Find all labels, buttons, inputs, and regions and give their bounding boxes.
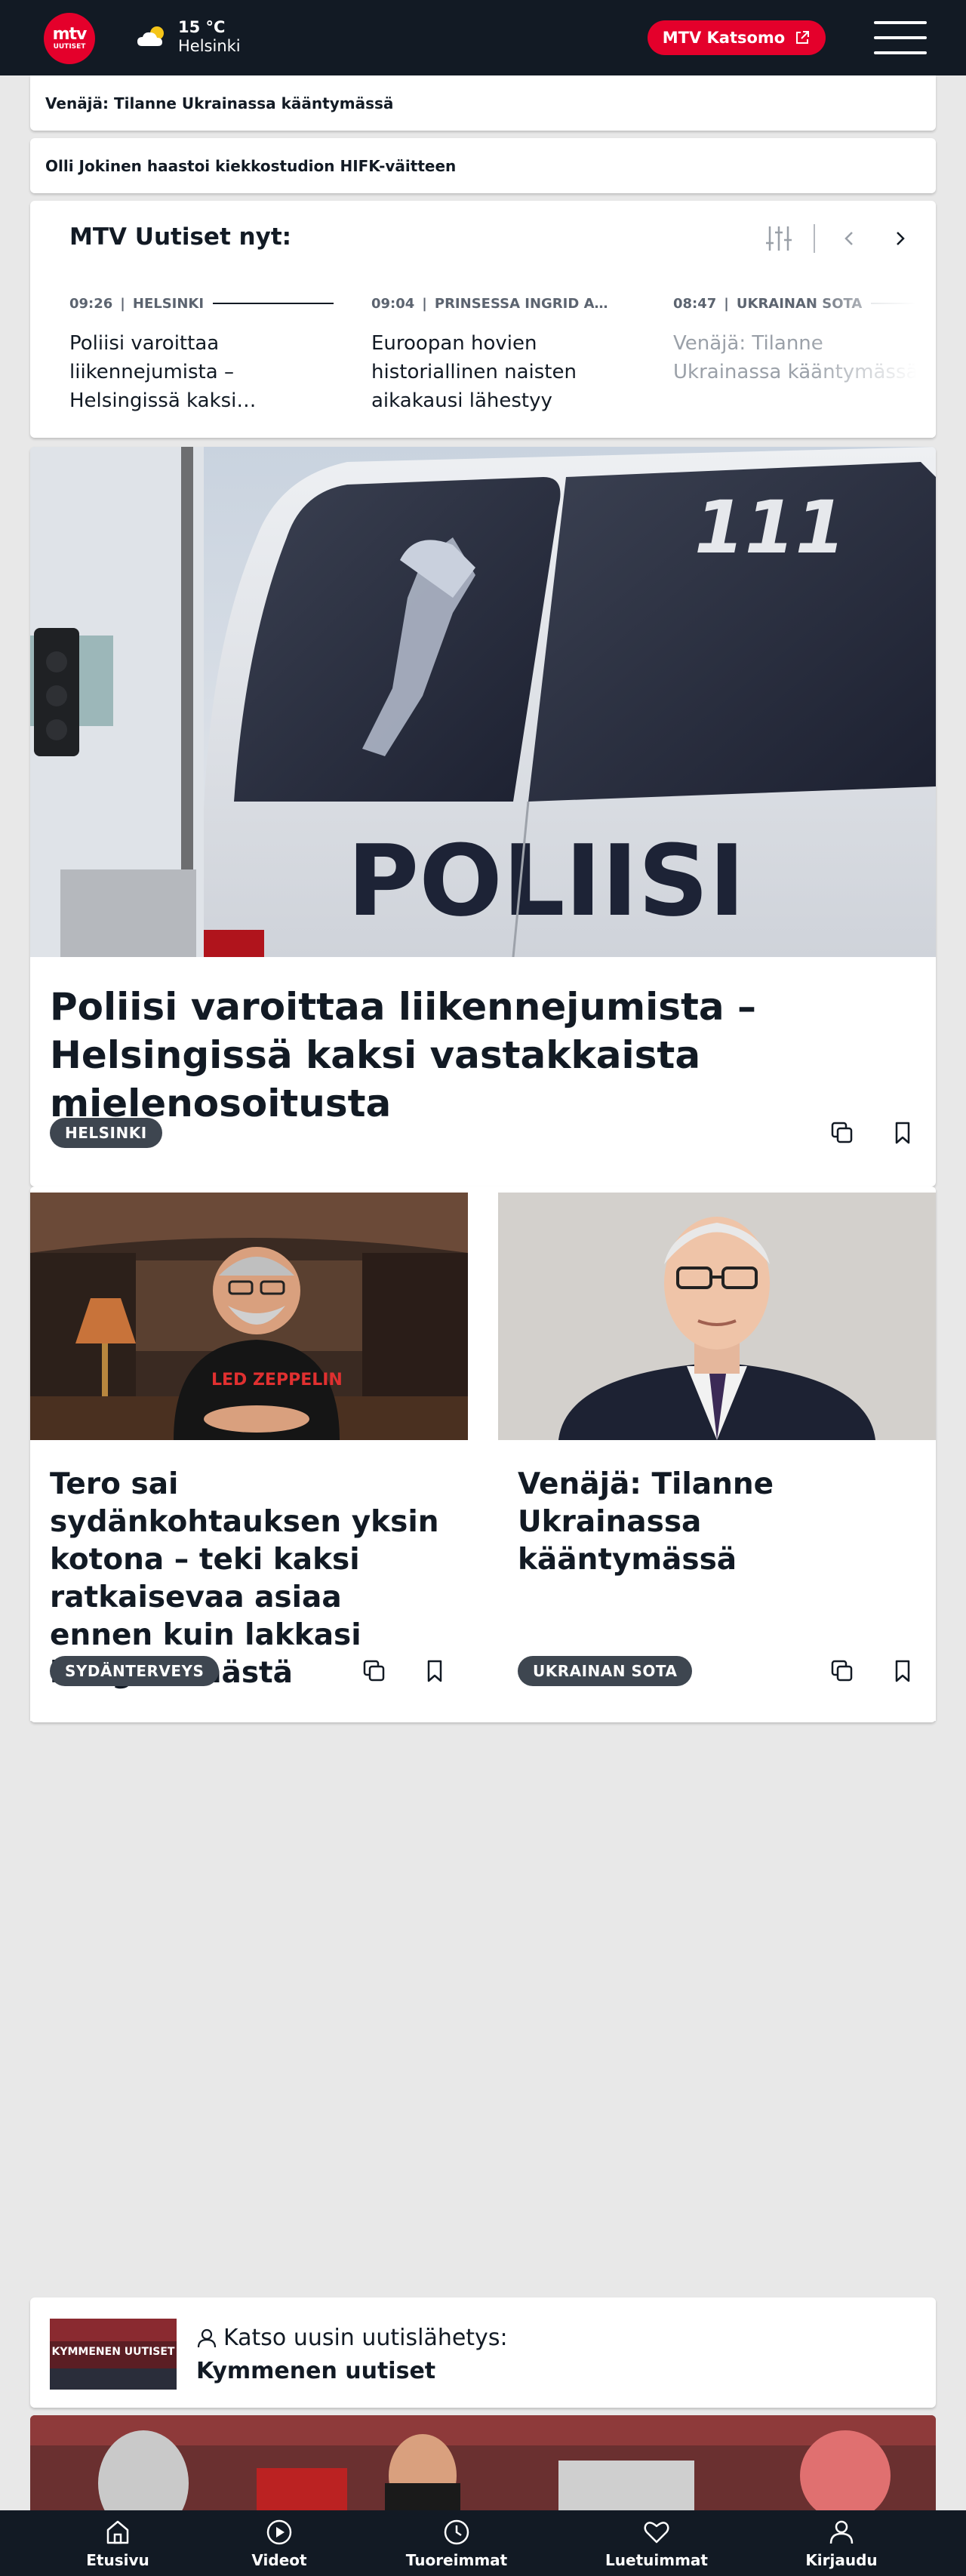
heart-icon bbox=[644, 2521, 669, 2543]
breaking-news-text: Olli Jokinen haastoi kiekkostudion HIFK-… bbox=[45, 156, 457, 175]
katsomo-label: MTV Katsomo bbox=[662, 29, 786, 47]
chevron-right-icon[interactable] bbox=[884, 223, 915, 254]
home-icon bbox=[106, 2520, 129, 2544]
user-icon bbox=[197, 2328, 217, 2347]
breaking-news-link[interactable]: Venäjä: Tilanne Ukrainassa kääntymässä bbox=[30, 75, 936, 131]
hero-headline[interactable]: Poliisi varoittaa liikennejumista – Hels… bbox=[50, 983, 910, 1128]
bottom-navigation: Etusivu Videot Tuoreimmat Luetuimmat Kir… bbox=[0, 2510, 966, 2576]
logo-subtext: UUTISET bbox=[53, 43, 86, 51]
article-card[interactable]: Venäjä: Tilanne Ukrainassa kääntymässä U… bbox=[498, 1193, 936, 1721]
item-time: 09:26 bbox=[69, 295, 113, 312]
item-category: HELSINKI bbox=[132, 295, 205, 312]
copy-link-icon[interactable] bbox=[829, 1657, 856, 1685]
clock-icon bbox=[444, 2519, 469, 2544]
hero-article[interactable]: 111 POLIISI Poliisi varoittaa liikenneju… bbox=[30, 447, 936, 1186]
copy-link-icon[interactable] bbox=[829, 1119, 856, 1146]
nav-luetuimmat[interactable]: Luetuimmat bbox=[600, 2510, 713, 2576]
bookmark-icon[interactable] bbox=[889, 1119, 916, 1146]
broadcast-title: Kymmenen uutiset bbox=[196, 2358, 436, 2384]
police-car-image: 111 POLIISI bbox=[30, 447, 936, 957]
divider bbox=[814, 224, 815, 253]
category-tag[interactable]: UKRAINAN SOTA bbox=[518, 1656, 693, 1686]
bookmark-icon[interactable] bbox=[421, 1657, 448, 1685]
broadcast-prompt: Katso uusin uutislähetys: bbox=[223, 2325, 508, 2351]
news-now-item[interactable]: 09:26 | HELSINKI Poliisi varoittaa liike… bbox=[69, 294, 334, 415]
shirt-text: LED ZEPPELIN bbox=[211, 1371, 343, 1390]
mtv-uutiset-logo[interactable]: mtv UUTISET bbox=[44, 13, 95, 64]
partly-cloudy-icon bbox=[137, 26, 164, 46]
hamburger-menu-icon[interactable] bbox=[874, 21, 927, 54]
item-category: PRINSESSA INGRID A… bbox=[434, 295, 608, 312]
section-title: MTV Uutiset nyt: bbox=[69, 223, 292, 251]
article-image-man-in-bar: LED ZEPPELIN bbox=[30, 1193, 468, 1440]
item-time: 08:47 bbox=[673, 295, 717, 312]
car-poliisi-text: POLIISI bbox=[347, 823, 745, 938]
nav-label: Luetuimmat bbox=[605, 2550, 708, 2569]
news-now-carousel: MTV Uutiset nyt: 09:26 | HELSINKI Poliis… bbox=[30, 201, 936, 438]
nav-kirjaudu[interactable]: Kirjaudu bbox=[796, 2510, 887, 2576]
item-time: 09:04 bbox=[371, 295, 415, 312]
filter-sliders-icon[interactable] bbox=[764, 223, 794, 254]
play-icon bbox=[266, 2519, 292, 2544]
copy-link-icon[interactable] bbox=[361, 1657, 388, 1685]
logo-text: mtv bbox=[52, 25, 88, 44]
article-card[interactable]: LED ZEPPELIN Tero sai sydänkohtauksen yk… bbox=[30, 1193, 468, 1721]
item-headline: Euroopan hovien historiallinen naisten a… bbox=[371, 332, 577, 412]
broadcast-thumbnail: KYMMENEN UUTISET bbox=[50, 2319, 177, 2390]
nav-tuoreimmat[interactable]: Tuoreimmat bbox=[400, 2510, 513, 2576]
article-headline[interactable]: Venäjä: Tilanne Ukrainassa kääntymässä bbox=[518, 1466, 918, 1579]
mtv-katsomo-button[interactable]: MTV Katsomo bbox=[648, 20, 826, 55]
nav-label: Etusivu bbox=[86, 2550, 149, 2569]
breaking-news-text: Venäjä: Tilanne Ukrainassa kääntymässä bbox=[45, 94, 394, 112]
latest-broadcast-link[interactable]: KYMMENEN UUTISET Katso uusin uutislähety… bbox=[30, 2297, 936, 2408]
hockey-crowd-image bbox=[30, 2415, 936, 2513]
thumbnail-text: KYMMENEN UUTISET bbox=[51, 2346, 175, 2358]
category-tag[interactable]: HELSINKI bbox=[50, 1118, 162, 1148]
news-now-item[interactable]: 09:04 | PRINSESSA INGRID A… Euroopan hov… bbox=[371, 294, 635, 415]
nav-videot[interactable]: Videot bbox=[234, 2510, 325, 2576]
article-image-portrait bbox=[498, 1193, 936, 1440]
weather-temperature: 15 °C bbox=[178, 18, 226, 36]
car-number: 111 bbox=[694, 485, 845, 570]
chevron-left-icon[interactable] bbox=[835, 223, 865, 254]
breaking-news-link[interactable]: Olli Jokinen haastoi kiekkostudion HIFK-… bbox=[30, 138, 936, 193]
item-headline: Poliisi varoittaa liikennejumista – Hels… bbox=[69, 332, 257, 412]
site-header: mtv UUTISET 15 °C Helsinki MTV Katsomo bbox=[0, 0, 966, 75]
category-tag[interactable]: SYDÄNTERVEYS bbox=[50, 1656, 220, 1686]
nav-etusivu[interactable]: Etusivu bbox=[72, 2510, 163, 2576]
weather-widget[interactable]: 15 °C Helsinki bbox=[136, 18, 241, 56]
nav-label: Videot bbox=[251, 2550, 307, 2569]
bookmark-icon[interactable] bbox=[889, 1657, 916, 1685]
nav-label: Tuoreimmat bbox=[405, 2550, 508, 2569]
weather-city: Helsinki bbox=[178, 37, 241, 55]
nav-label: Kirjaudu bbox=[805, 2550, 878, 2569]
external-link-icon bbox=[796, 31, 810, 44]
user-icon bbox=[829, 2520, 854, 2544]
